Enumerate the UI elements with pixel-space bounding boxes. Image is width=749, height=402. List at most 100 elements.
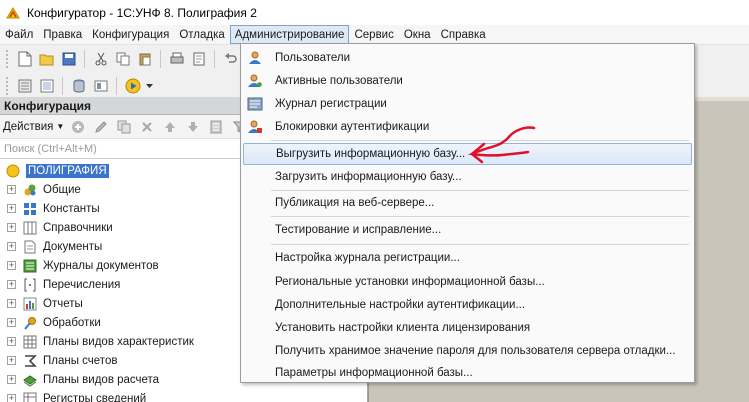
menu-item-label: Выгрузить информационную базу... [276, 148, 466, 160]
menu-item-label: Пользователи [275, 52, 351, 64]
menu-item-regional-settings[interactable]: Региональные установки информационной ба… [241, 271, 694, 293]
expand-icon[interactable]: + [7, 204, 16, 213]
delete-icon[interactable] [137, 117, 156, 136]
menu-file[interactable]: Файл [0, 25, 38, 44]
save-icon[interactable] [59, 49, 78, 68]
title-bar: Конфигуратор - 1С:УНФ 8. Полиграфия 2 [0, 0, 749, 25]
toolbar-separator [116, 76, 117, 95]
tree-item-label: Константы [43, 202, 100, 215]
menu-item-web-publish[interactable]: Публикация на веб-сервере... [241, 192, 694, 214]
tree-item-label: Регистры сведений [43, 392, 147, 402]
window-title: Конфигуратор - 1С:УНФ 8. Полиграфия 2 [27, 5, 257, 20]
menu-item-active-users[interactable]: Активные пользователи [241, 70, 694, 92]
tree-item-label: Документы [43, 240, 103, 253]
properties-icon[interactable] [206, 117, 225, 136]
chevron-down-icon: ▼ [56, 122, 65, 131]
chart-of-characteristic-types-icon [22, 334, 38, 350]
menu-item-infobase-parameters[interactable]: Параметры информационной базы... [241, 362, 694, 384]
expand-icon[interactable]: + [7, 299, 16, 308]
toolbar-separator [160, 49, 161, 68]
expand-icon[interactable]: + [7, 185, 16, 194]
toolbar-grip[interactable] [6, 76, 9, 95]
menu-service[interactable]: Сервис [349, 25, 398, 44]
menu-item-label: Загрузить информационную базу... [275, 171, 462, 183]
1c-app-icon [5, 5, 21, 21]
menu-administration[interactable]: Администрирование [229, 25, 350, 44]
new-document-icon[interactable] [15, 49, 34, 68]
common-icon [22, 182, 38, 198]
menu-windows[interactable]: Окна [399, 25, 436, 44]
menu-separator [271, 244, 689, 245]
menu-item-dump-infobase[interactable]: Выгрузить информационную базу... [243, 143, 692, 165]
print-icon[interactable] [167, 49, 186, 68]
expand-icon[interactable]: + [7, 242, 16, 251]
expand-icon[interactable]: + [7, 337, 16, 346]
copy-item-icon[interactable] [114, 117, 133, 136]
add-icon[interactable] [68, 117, 87, 136]
open-folder-icon[interactable] [37, 49, 56, 68]
expand-icon[interactable]: + [7, 261, 16, 270]
tree-item-label: Справочники [43, 221, 113, 234]
actions-menu-button[interactable]: Действия ▼ [3, 121, 64, 133]
expand-icon[interactable]: + [7, 318, 16, 327]
database-icon[interactable] [69, 76, 88, 95]
menu-item-licensing-client-settings[interactable]: Установить настройки клиента лицензирова… [241, 317, 694, 339]
open-database-config-icon[interactable] [37, 76, 56, 95]
expand-icon[interactable]: + [7, 223, 16, 232]
chevron-down-icon[interactable] [145, 76, 153, 95]
tree-item-label: Планы видов характеристик [43, 335, 194, 348]
print-preview-icon[interactable] [189, 49, 208, 68]
menu-item-event-log[interactable]: Журнал регистрации [241, 93, 694, 115]
menu-item-label: Настройка журнала регистрации... [275, 252, 460, 264]
menu-edit[interactable]: Правка [38, 25, 87, 44]
paste-icon[interactable] [135, 49, 154, 68]
menu-item-label: Публикация на веб-сервере... [275, 197, 435, 209]
information-registers-icon [22, 391, 38, 402]
edit-icon[interactable] [91, 117, 110, 136]
menu-separator [271, 216, 689, 217]
constants-icon [22, 201, 38, 217]
menu-item-additional-auth-settings[interactable]: Дополнительные настройки аутентификации.… [241, 294, 694, 316]
administration-dropdown-menu: Пользователи Активные пользователи Журна… [240, 43, 695, 383]
documents-icon [22, 239, 38, 255]
tree-item-label: Обработки [43, 316, 101, 329]
menu-item-auth-locks[interactable]: Блокировки аутентификации [241, 116, 694, 138]
menu-item-load-infobase[interactable]: Загрузить информационную базу... [241, 166, 694, 188]
configuration-tree-icon[interactable] [15, 76, 34, 95]
menu-item-label: Блокировки аутентификации [275, 121, 430, 133]
auth-lock-icon [247, 119, 263, 135]
menu-debug[interactable]: Отладка [174, 25, 229, 44]
menu-help[interactable]: Справка [436, 25, 491, 44]
tree-item-information-registers[interactable]: + Регистры сведений [0, 389, 367, 402]
catalogs-icon [22, 220, 38, 236]
menu-item-label: Дополнительные настройки аутентификации.… [275, 299, 526, 311]
database-settings-icon[interactable] [91, 76, 110, 95]
expand-icon[interactable]: + [7, 375, 16, 384]
cut-icon[interactable] [91, 49, 110, 68]
menu-item-event-log-settings[interactable]: Настройка журнала регистрации... [241, 247, 694, 269]
tree-item-label: Планы видов расчета [43, 373, 160, 386]
enums-icon [22, 277, 38, 293]
menu-item-label: Тестирование и исправление... [275, 224, 442, 236]
menu-item-debug-server-password[interactable]: Получить хранимое значение пароля для по… [241, 340, 694, 362]
tree-item-label: Общие [43, 183, 81, 196]
menu-configuration[interactable]: Конфигурация [87, 25, 174, 44]
move-up-icon[interactable] [160, 117, 179, 136]
tree-item-label: Отчеты [43, 297, 83, 310]
expand-icon[interactable]: + [7, 280, 16, 289]
expand-icon[interactable]: + [7, 356, 16, 365]
menu-item-label: Установить настройки клиента лицензирова… [275, 322, 531, 334]
expand-icon[interactable]: + [7, 394, 16, 402]
move-down-icon[interactable] [183, 117, 202, 136]
dataprocessors-icon [22, 315, 38, 331]
undo-icon[interactable] [221, 49, 240, 68]
menu-item-label: Активные пользователи [275, 75, 403, 87]
menu-bar: Файл Правка Конфигурация Отладка Админис… [0, 25, 749, 45]
copy-icon[interactable] [113, 49, 132, 68]
menu-item-test-and-repair[interactable]: Тестирование и исправление... [241, 219, 694, 241]
active-users-icon [247, 73, 263, 89]
menu-item-users[interactable]: Пользователи [241, 47, 694, 69]
toolbar-grip[interactable] [6, 49, 9, 68]
start-debugging-icon[interactable] [123, 76, 142, 95]
menu-item-label: Получить хранимое значение пароля для по… [275, 345, 676, 357]
